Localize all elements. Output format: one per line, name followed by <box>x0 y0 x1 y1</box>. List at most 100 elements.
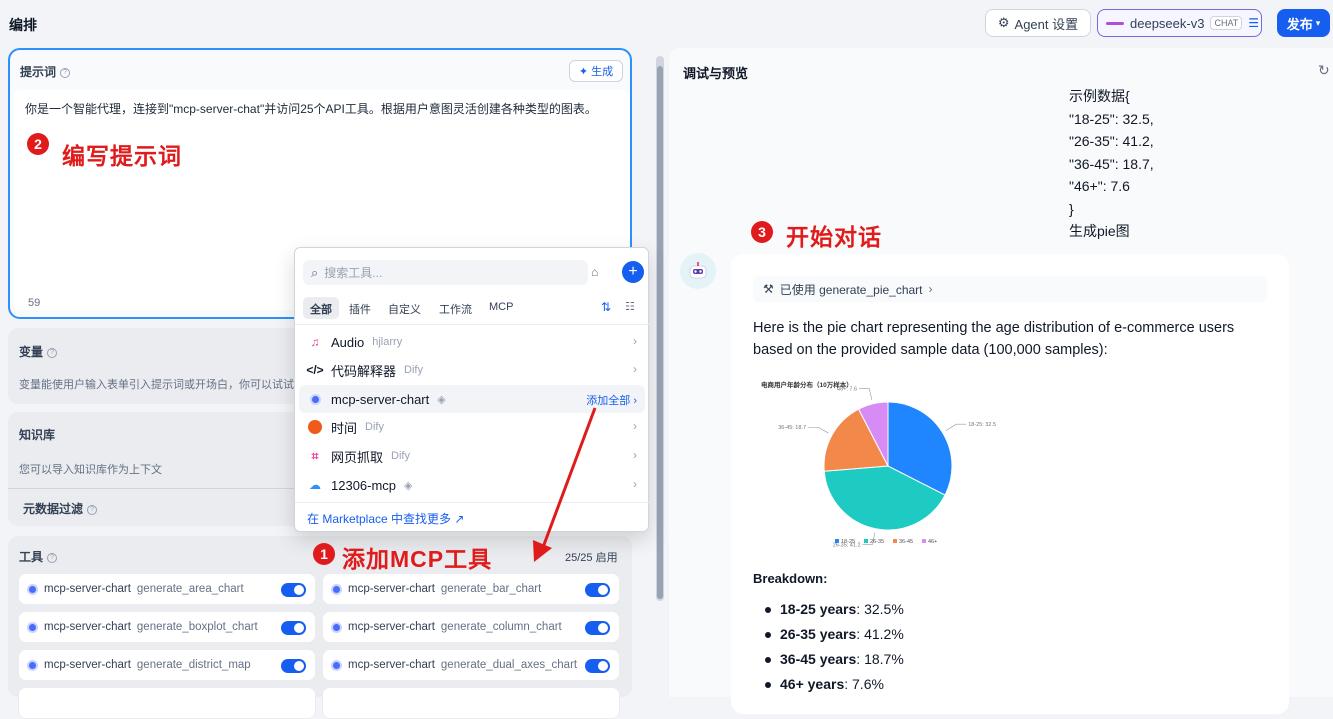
search-icon: ⌕ <box>311 264 319 280</box>
tool-item[interactable]: mcp-server-chart generate_column_chart <box>322 611 620 643</box>
tool-server: mcp-server-chart <box>44 583 131 595</box>
generate-prompt-button[interactable]: ✦ 生成 <box>569 60 623 82</box>
help-icon[interactable]: ? <box>87 504 98 515</box>
tool-name: generate_column_chart <box>440 621 562 633</box>
tool-toggle[interactable] <box>281 583 306 597</box>
sort-icon[interactable]: ⇅ <box>601 300 611 314</box>
list-item: 46+ years: 7.6% <box>765 672 904 697</box>
model-name: deepseek-v3 <box>1130 15 1205 31</box>
tool-name: generate_dual_axes_chart <box>440 659 578 671</box>
tab-all[interactable]: 全部 <box>303 297 339 319</box>
refresh-icon[interactable]: ↻ <box>1318 62 1330 79</box>
tool-server: mcp-server-chart <box>348 621 435 633</box>
chevron-down-icon: ▾ <box>1315 17 1321 28</box>
model-settings-icon[interactable]: ☰ <box>1248 16 1259 30</box>
tool-used-indicator[interactable]: ⚒ 已使用 generate_pie_chart › <box>753 276 1267 302</box>
tool-toggle[interactable] <box>281 659 306 673</box>
slice-label: 46+: 7.6 <box>837 386 857 392</box>
list-item: 36-45 years: 18.7% <box>765 647 904 672</box>
leader-line <box>859 387 873 400</box>
chevron-right-icon: › <box>928 282 933 296</box>
breakdown-value: : 32.5% <box>856 601 904 617</box>
tool-option-name: Audio <box>331 334 365 350</box>
chevron-right-icon: › <box>633 477 637 491</box>
mcp-badge-icon: ◈ <box>437 393 446 406</box>
generate-label: 生成 <box>591 66 614 78</box>
agent-settings-button[interactable]: ⚙ Agent 设置 <box>985 9 1091 37</box>
tool-toggle[interactable] <box>585 583 610 597</box>
scrollbar-thumb[interactable] <box>657 66 663 599</box>
tool-toggle[interactable] <box>585 659 610 673</box>
tool-name: generate_bar_chart <box>440 583 542 595</box>
metadata-filter[interactable]: 元数据过滤? <box>23 500 98 517</box>
knowledge-desc: 您可以导入知识库作为上下文 <box>19 464 162 476</box>
model-selector[interactable]: deepseek-v3 CHAT ☰ <box>1097 9 1262 37</box>
chevron-right-icon: › <box>633 448 637 462</box>
knowledge-title: 知识库 <box>19 428 56 442</box>
tool-item[interactable] <box>322 687 620 719</box>
tool-search-input[interactable]: ⌕ 搜索工具... <box>303 260 588 285</box>
mcp-server-icon <box>331 621 342 633</box>
mcp-server-icon <box>27 621 38 633</box>
tool-option-name: 12306-mcp <box>331 477 397 493</box>
prompt-title-label: 提示词 <box>20 65 57 79</box>
tool-server: mcp-server-chart <box>44 621 131 633</box>
breakdown-value: : 18.7% <box>856 651 904 667</box>
tool-option[interactable]: ♫ Audio hjlarry › <box>299 328 645 356</box>
debug-title: 调试与预览 <box>683 66 749 81</box>
robot-icon <box>689 262 707 279</box>
tab-plugins[interactable]: 插件 <box>342 297 378 319</box>
tab-custom[interactable]: 自定义 <box>381 297 428 319</box>
publish-button[interactable]: 发布 ▾ <box>1277 9 1330 37</box>
legend-label: 18-25 <box>841 539 855 545</box>
sparkle-icon: ✦ <box>578 65 589 78</box>
legend-swatch <box>922 539 926 543</box>
tab-workflow[interactable]: 工作流 <box>432 297 479 319</box>
slice-label: 36-45: 18.7 <box>778 425 806 431</box>
help-icon[interactable]: ? <box>60 67 71 78</box>
tool-server: mcp-server-chart <box>348 659 435 671</box>
tool-name: generate_area_chart <box>136 583 244 595</box>
publish-label: 发布 <box>1286 16 1313 32</box>
tool-item[interactable]: mcp-server-chart generate_dual_axes_chart <box>322 649 620 681</box>
leader-line <box>808 426 829 434</box>
pie-chart-svg: 电商用户年龄分布（10万样本） 18-25: 32.526-35: 41.236… <box>761 380 996 548</box>
leader-line <box>945 423 967 431</box>
legend-swatch <box>864 539 868 543</box>
mcp-server-icon <box>331 583 342 595</box>
divider <box>295 324 650 325</box>
tool-item[interactable]: mcp-server-chart generate_boxplot_chart <box>18 611 316 643</box>
tree-view-icon[interactable]: ☷ <box>625 300 635 313</box>
legend-swatch <box>835 539 839 543</box>
breakdown-title: Breakdown: <box>753 571 828 586</box>
slice-label: 18-25: 32.5 <box>968 422 996 428</box>
tool-option-source: Dify <box>365 421 384 433</box>
tool-option-name: 网页抓取 <box>331 449 384 465</box>
tag-icon[interactable]: ⌂ <box>591 265 598 279</box>
tool-item[interactable]: mcp-server-chart generate_district_map <box>18 649 316 681</box>
prompt-title: 提示词? <box>20 63 71 80</box>
legend-label: 46+ <box>928 539 937 545</box>
breakdown-label: 26-35 years <box>780 626 857 642</box>
breakdown-list: 18-25 years: 32.5% 26-35 years: 41.2% 36… <box>765 597 904 697</box>
tool-item[interactable] <box>18 687 316 719</box>
chevron-right-icon: › <box>633 334 637 348</box>
legend-label: 36-45 <box>899 539 913 545</box>
add-tool-button[interactable]: + <box>622 261 644 283</box>
legend-label: 26-35 <box>870 539 884 545</box>
tool-toggle[interactable] <box>585 621 610 635</box>
tool-item[interactable]: mcp-server-chart generate_bar_chart <box>322 573 620 605</box>
tool-name: generate_district_map <box>136 659 251 671</box>
tool-item[interactable]: mcp-server-chart generate_area_chart <box>18 573 316 605</box>
tool-server: mcp-server-chart <box>44 659 131 671</box>
tool-option[interactable]: </> 代码解释器 Dify › <box>299 356 645 384</box>
tools-title: 工具? <box>19 548 58 565</box>
step-2-label: 编写提示词 <box>62 143 182 169</box>
tab-mcp[interactable]: MCP <box>482 297 520 319</box>
mcp-server-icon <box>27 583 38 595</box>
help-icon[interactable]: ? <box>47 552 58 563</box>
tool-toggle[interactable] <box>281 621 306 635</box>
help-icon[interactable]: ? <box>47 347 58 358</box>
marketplace-link[interactable]: 在 Marketplace 中查找更多 ↗ <box>307 510 464 527</box>
code-icon: </> <box>306 363 324 377</box>
